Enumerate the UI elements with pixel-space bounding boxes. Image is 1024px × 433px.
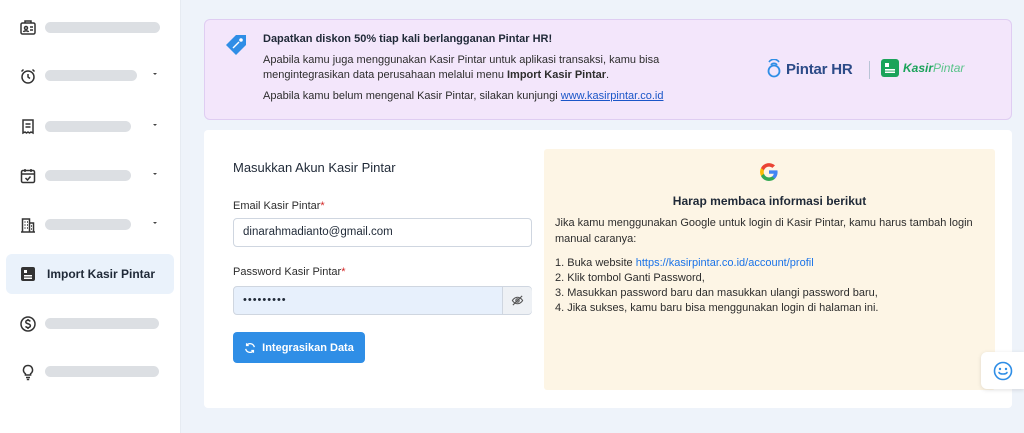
lightbulb-icon (22, 364, 34, 381)
promo-banner: Dapatkan diskon 50% tiap kali berlanggan… (204, 19, 1012, 120)
info-panel: Harap membaca informasi berikut Jika kam… (544, 149, 995, 390)
sidebar-item-placeholder (45, 22, 160, 33)
integrate-data-button[interactable]: Integrasikan Data (233, 332, 365, 363)
dollar-icon (20, 316, 36, 332)
sidebar-item-label: Import Kasir Pintar (47, 267, 156, 281)
kasir-pintar-logo: KasirPintar (881, 59, 964, 77)
sidebar-item-placeholder (45, 121, 131, 132)
step-2: 2. Klik tombol Ganti Password, (555, 272, 705, 284)
banner-description: Apabila kamu juga menggunakan Kasir Pint… (263, 54, 660, 81)
alarm-clock-icon (20, 68, 36, 84)
kasir-pintar-icon (881, 59, 899, 77)
pintar-hr-icon (767, 59, 781, 78)
partner-logos: Pintar HR KasirPintar (765, 57, 985, 85)
sidebar-item-placeholder (45, 318, 159, 329)
receipt-icon (22, 119, 34, 135)
banner-menu-name: Import Kasir Pintar (507, 69, 607, 81)
sidebar-item-placeholder (45, 219, 131, 230)
sidebar-item-placeholder (45, 170, 131, 181)
building-icon (21, 218, 35, 233)
sidebar-item-company[interactable] (6, 205, 174, 245)
account-profile-link[interactable]: https://kasirpintar.co.id/account/profil (636, 257, 814, 269)
sidebar-item-employee[interactable] (6, 8, 174, 48)
toggle-password-visibility-button[interactable] (502, 287, 532, 314)
sidebar-item-placeholder (45, 366, 159, 377)
chevron-down-icon (153, 173, 157, 175)
smiley-icon (993, 361, 1012, 380)
sidebar-item-finance[interactable] (6, 304, 174, 344)
integration-card: Masukkan Akun Kasir Pintar Email Kasir P… (204, 130, 1012, 408)
password-field[interactable]: ••••••••• (233, 286, 532, 315)
chevron-down-icon (153, 73, 157, 75)
banner-title: Dapatkan diskon 50% tiap kali berlanggan… (263, 33, 553, 45)
step-1: 1. Buka website https://kasirpintar.co.i… (555, 257, 814, 269)
sidebar-item-import-kasir-pintar[interactable]: Import Kasir Pintar (6, 254, 174, 294)
google-icon (760, 163, 778, 181)
chevron-down-icon (153, 222, 157, 224)
sidebar-item-ideas[interactable] (6, 352, 174, 392)
sync-icon (245, 342, 256, 353)
calendar-check-icon (20, 169, 36, 184)
discount-tag-icon (226, 35, 246, 55)
step-4: 4. Jika sukses, kamu baru bisa menggunak… (555, 302, 879, 314)
pintar-hr-logo: Pintar HR (765, 59, 853, 79)
password-label: Password Kasir Pintar* (233, 266, 346, 278)
info-intro: Jika kamu menggunakan Google untuk login… (555, 217, 973, 245)
info-heading: Harap membaca informasi berikut (672, 194, 867, 208)
password-value: ••••••••• (243, 294, 287, 306)
kasirpintar-website-link[interactable]: www.kasirpintar.co.id (561, 90, 664, 102)
id-card-icon (20, 20, 36, 35)
sidebar-item-schedule[interactable] (6, 156, 174, 196)
import-icon (21, 267, 35, 281)
banner-visit-text: Apabila kamu belum mengenal Kasir Pintar… (263, 90, 664, 102)
logo-divider (869, 61, 870, 79)
email-field[interactable]: dinarahmadianto@gmail.com (233, 218, 532, 247)
email-label: Email Kasir Pintar* (233, 200, 325, 212)
chevron-down-icon (153, 124, 157, 126)
form-title: Masukkan Akun Kasir Pintar (233, 160, 396, 175)
sidebar-item-payroll[interactable] (6, 107, 174, 147)
eye-slash-icon (511, 295, 524, 306)
sidebar-item-placeholder (45, 70, 137, 81)
sidebar-item-attendance[interactable] (6, 56, 174, 96)
sidebar: Import Kasir Pintar (0, 0, 181, 433)
feedback-button[interactable] (981, 352, 1024, 389)
step-3: 3. Masukkan password baru dan masukkan u… (555, 287, 878, 299)
info-steps: 1. Buka website https://kasirpintar.co.i… (555, 256, 985, 316)
